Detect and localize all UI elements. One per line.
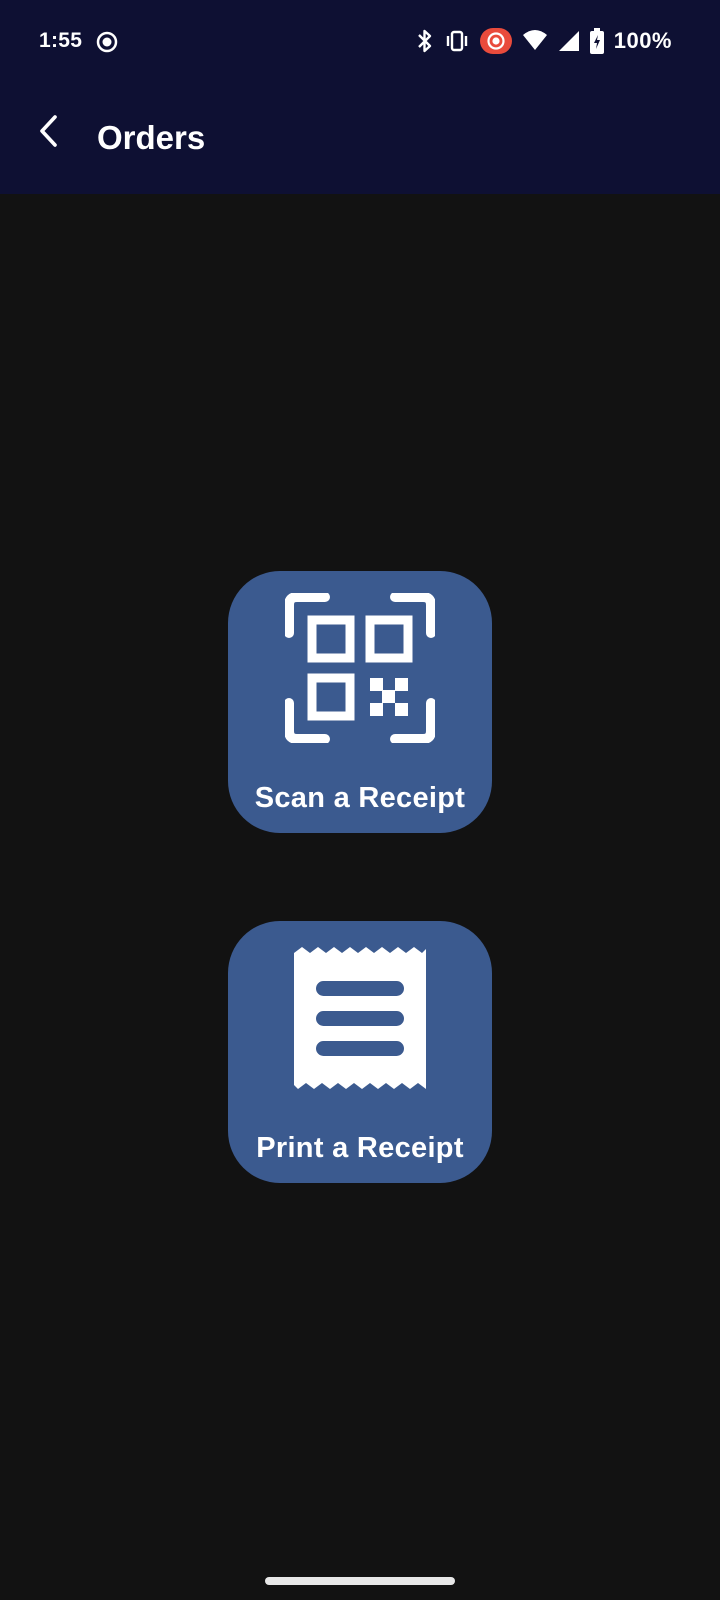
vibrate-icon — [446, 30, 467, 52]
tile-icon-wrap — [228, 943, 492, 1103]
chevron-left-icon — [40, 115, 57, 147]
tile-icon-wrap — [228, 593, 492, 753]
orders-screen: 1:55 100% Orders Scan a Receipt Print a … — [0, 0, 720, 1600]
app-bar: Orders — [0, 84, 720, 194]
status-icons: 100% — [416, 26, 672, 56]
status-bar: 1:55 100% — [0, 0, 720, 84]
back-button[interactable] — [26, 108, 72, 154]
wifi-icon — [522, 30, 547, 50]
print-receipt-label: Print a Receipt — [256, 1132, 464, 1164]
battery-percentage: 100% — [613, 28, 672, 53]
scan-receipt-label: Scan a Receipt — [254, 782, 466, 814]
home-indicator[interactable] — [265, 1577, 455, 1585]
status-time: 1:55 — [39, 29, 83, 52]
receipt-icon — [294, 947, 426, 1089]
qr-code-scan-icon — [285, 593, 435, 743]
cell-signal-icon — [558, 31, 579, 51]
recording-indicator-icon — [479, 28, 512, 54]
scan-receipt-button[interactable]: Scan a Receipt — [228, 571, 492, 833]
page-title: Orders — [97, 119, 206, 156]
print-receipt-button[interactable]: Print a Receipt — [228, 921, 492, 1183]
battery-icon — [589, 28, 604, 54]
bluetooth-icon — [417, 29, 431, 53]
screen-record-icon — [96, 31, 118, 53]
